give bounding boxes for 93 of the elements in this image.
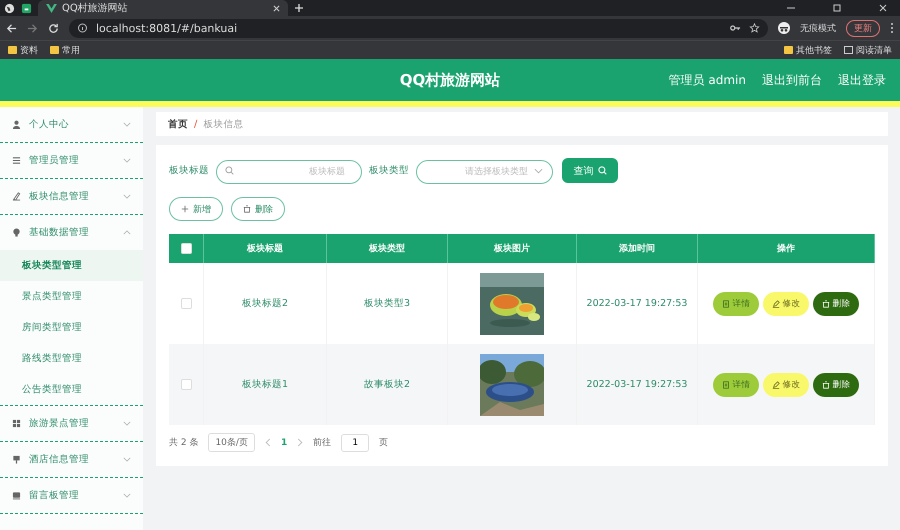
star-icon[interactable] — [749, 23, 760, 33]
bookmark-folder[interactable]: 常用 — [50, 44, 80, 56]
submenu-item[interactable]: 景点类型管理 — [0, 281, 143, 312]
edit-button[interactable]: 修改 — [763, 372, 809, 396]
document-icon — [722, 380, 730, 388]
site-title: QQ村旅游网站 — [400, 70, 500, 90]
row-checkbox[interactable] — [180, 298, 192, 309]
pencil-icon — [772, 380, 780, 388]
trash-icon — [243, 205, 251, 213]
bookmark-folder[interactable]: 资料 — [8, 44, 38, 56]
submenu-item[interactable]: 板块类型管理 — [0, 250, 143, 281]
search-icon — [225, 166, 234, 175]
menu-item[interactable]: 个人中心 — [0, 107, 143, 142]
incognito-icon — [778, 22, 790, 34]
sheet-icon[interactable] — [21, 2, 32, 14]
table-cell: 板块类型3 — [364, 298, 410, 309]
delete-button[interactable]: 删除 — [813, 372, 859, 396]
list-icon — [12, 156, 21, 165]
table-cell: 2022-03-17 19:27:53 — [586, 298, 688, 309]
menu-item[interactable]: 旅游景点管理 — [0, 406, 143, 441]
grid-icon — [12, 419, 21, 428]
chevron-icon — [534, 168, 543, 174]
page-suffix: 页 — [379, 437, 388, 449]
table-cell: 2022-03-17 19:27:53 — [586, 379, 688, 390]
breadcrumb-item: 板块信息 — [203, 118, 244, 130]
query-button[interactable]: 查询 — [562, 158, 618, 183]
column-header: 操作 — [777, 244, 795, 254]
column-header: 板块标题 — [247, 244, 283, 254]
plus-icon — [181, 205, 189, 213]
table-cell: 故事板块2 — [364, 379, 410, 390]
back-icon[interactable] — [6, 22, 17, 34]
globe-icon[interactable] — [4, 2, 15, 14]
breadcrumb-separator: / — [194, 118, 198, 130]
more-icon[interactable] — [890, 22, 894, 34]
pen-icon — [12, 192, 21, 201]
search-field[interactable]: 板块标题 — [216, 160, 362, 184]
reload-icon[interactable] — [48, 22, 59, 34]
select-all-checkbox[interactable] — [180, 243, 192, 254]
details-button[interactable]: 详情 — [713, 372, 759, 396]
address-bar[interactable]: localhost:8081/#/bankuai — [69, 18, 768, 38]
page-size-select[interactable]: 10条/页 — [208, 433, 255, 452]
row-checkbox[interactable] — [180, 378, 192, 390]
user-label: 管理员 admin — [668, 72, 746, 88]
incognito-label: 无痕模式 — [800, 22, 836, 34]
delete-button[interactable]: 删除 — [231, 197, 285, 221]
bulb-icon — [12, 228, 21, 237]
trash-icon — [822, 300, 830, 308]
table-cell: 板块标题1 — [242, 379, 288, 390]
edit-button[interactable]: 修改 — [763, 292, 809, 316]
field-label: 板块标题 — [169, 164, 209, 177]
search-icon — [598, 166, 606, 175]
submenu-item[interactable]: 公告类型管理 — [0, 374, 143, 405]
close-icon[interactable] — [273, 4, 280, 12]
vue-logo-icon — [46, 4, 57, 12]
column-header: 添加时间 — [619, 244, 655, 254]
menu-item[interactable]: 酒店信息管理 — [0, 442, 143, 477]
bookmark-folder[interactable]: 其他书签 — [784, 44, 832, 56]
column-header: 板块类型 — [369, 244, 405, 254]
menu-item[interactable]: 基础数据管理 — [0, 215, 143, 250]
column-header: 板块图片 — [494, 244, 530, 254]
table-cell: 板块标题2 — [242, 298, 288, 309]
new-tab-icon[interactable] — [294, 3, 304, 13]
sign-icon — [12, 455, 21, 464]
restore-icon[interactable] — [832, 3, 842, 13]
menu-item[interactable]: 管理员管理 — [0, 143, 143, 178]
header-link[interactable]: 退出登录 — [838, 72, 886, 88]
goto-label: 前往 — [313, 436, 332, 449]
menu-item[interactable]: 板块信息管理 — [0, 179, 143, 214]
details-button[interactable]: 详情 — [713, 292, 759, 316]
field-label: 板块类型 — [369, 164, 409, 177]
info-icon — [77, 23, 88, 33]
forward-icon[interactable] — [27, 22, 38, 34]
page-number[interactable]: 1 — [280, 438, 288, 448]
add-button[interactable]: 新增 — [169, 197, 223, 221]
delete-button[interactable]: 删除 — [813, 292, 859, 316]
close-icon[interactable] — [878, 3, 888, 13]
browser-tab[interactable]: QQ村旅游网站 — [38, 0, 288, 16]
header-link[interactable]: 退出到前台 — [762, 72, 822, 88]
select-field[interactable]: 请选择板块类型 — [416, 160, 553, 184]
person-icon — [12, 120, 21, 129]
breadcrumb-item[interactable]: 首页 — [168, 118, 188, 130]
key-icon[interactable] — [730, 23, 741, 33]
submenu-item[interactable]: 房间类型管理 — [0, 312, 143, 343]
board-icon — [12, 491, 21, 500]
page-input[interactable]: 1 — [341, 434, 370, 452]
menu-item[interactable]: 留言板管理 — [0, 478, 143, 513]
update-button[interactable]: 更新 — [846, 20, 880, 36]
document-icon — [722, 300, 730, 308]
submenu-item[interactable]: 路线类型管理 — [0, 343, 143, 374]
total-count: 共 2 条 — [169, 436, 198, 449]
pencil-icon — [772, 300, 780, 308]
trash-icon — [822, 380, 830, 388]
reading-list-button[interactable]: 阅读清单 — [844, 44, 892, 56]
